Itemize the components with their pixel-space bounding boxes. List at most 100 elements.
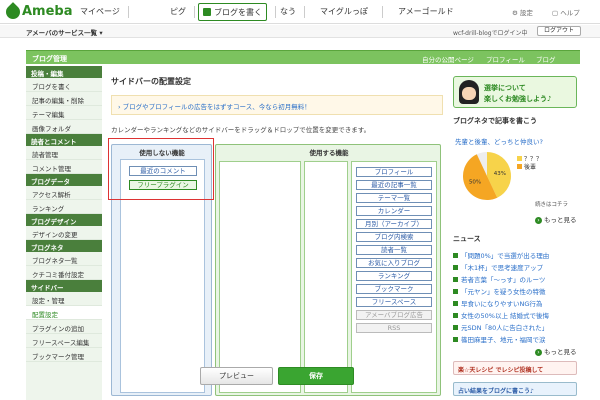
logo-text: Ameba [22,4,73,19]
service-bar: アメーバのサービス一覧 ▾ wcf-drill-blogでログイン中 ログアウト [0,25,600,38]
drop-column-right[interactable]: プロフィール 最近の記事一覧 テーマ一覧カレンダー月別（アーカイブ） ブログ内検索 読者… [351,161,437,393]
neta-heading: ブログネタで記事を書こう [453,117,537,125]
save-button[interactable]: 保存 [278,367,354,385]
drop-column-left[interactable] [219,161,301,393]
widget-item[interactable]: フリースペース [356,297,432,307]
sidebar-section-heading: ブログデータ [26,174,102,186]
widget-item[interactable]: ブックマーク [356,284,432,294]
legend-item: 後輩 [517,162,536,171]
news-item[interactable]: 元SDN「80人に告白された」 [453,322,548,332]
nav-write-blog[interactable]: ブログを書く [198,3,267,21]
nav-mypage[interactable]: マイページ [80,6,120,17]
section-title: サイドバーの配置設定 [111,77,191,86]
help-label: ヘルプ [560,9,580,17]
ameba-logo[interactable]: Ameba [3,1,73,22]
promo-link[interactable]: › ブログやプロフィールの広告をはずすコース、今なら初月無料！ [118,101,311,111]
widget-item[interactable]: アメーバブログ広告 [356,310,432,320]
widget-item[interactable]: 月別（アーカイブ） [356,219,432,229]
news-item[interactable]: 「元ヤン」を疑う女性の特徴 [453,286,546,296]
widget-item[interactable]: 最近の記事一覧 [356,180,432,190]
settings-label: 設定 [519,9,533,17]
vote-more-link[interactable]: 続きはコチラ [535,200,568,208]
vote-link-label: 続きはコチラ [535,202,569,208]
fortune-ad[interactable]: 占い結果をブログに書こう♪ [453,382,577,396]
service-list-dropdown[interactable]: アメーバのサービス一覧 ▾ [26,27,103,37]
sidebar-item[interactable]: テーマ編集 [26,106,102,120]
nav-mygroup[interactable]: マイグルっぽ [320,6,368,17]
legend-swatch [517,164,522,169]
nav-pigg[interactable]: ピグ [170,6,186,17]
sidebar-item[interactable]: 設定・管理 [26,292,102,306]
nav-divider [194,6,195,18]
sidebar-item[interactable]: クチコミ番付設定 [26,266,102,280]
top-navigation-bar: Ameba マイページ ピグ ブログを書く なう マイグルっぽ アメーゴールド … [0,0,600,24]
neta-question-link[interactable]: 先輩と後輩、どっちと仲良い? [455,136,543,146]
nav-divider [382,6,383,18]
character-image [459,80,479,104]
nav-divider [304,6,305,18]
news-item[interactable]: 早食いになりやすいNG行為 [453,298,542,308]
sidebar-item[interactable]: ブログを書く [26,78,102,92]
election-banner[interactable]: 選挙について 楽しくお勉強しよう♪ [453,76,577,108]
more-link-neta[interactable]: もっと見る [535,214,577,224]
poll-pie-chart: 43% 50% [463,152,511,200]
news-item[interactable]: 女性の50%以上 結婚式で後悔 [453,310,549,320]
promo-notice: › ブログやプロフィールの広告をはずすコース、今なら初月無料！ [111,95,443,115]
public-page-link[interactable]: 自分の公開ページ [422,54,474,64]
sidebar-item[interactable]: ブックマーク管理 [26,348,102,362]
banner-line-1: 選挙について [484,84,526,92]
sidebar-section-heading: 読者とコメント [26,134,102,146]
news-item[interactable]: 篠田麻里子、地元・福岡で涙 [453,334,546,344]
highlight-box [108,138,214,200]
news-item[interactable]: 「問題0%」で当選が出る理由 [453,250,549,260]
widget-item[interactable]: ランキング [356,271,432,281]
preview-button[interactable]: プレビュー [200,367,273,385]
sidebar-item[interactable]: コメント管理 [26,160,102,174]
nav-ameba-gold[interactable]: アメーゴールド [398,6,454,17]
more-link-news[interactable]: もっと見る [535,346,577,356]
legend-swatch [517,156,522,161]
legend-label: 後輩 [524,164,537,171]
widget-item[interactable]: カレンダー [356,206,432,216]
help-icon: ▢ [552,9,559,17]
sidebar-item[interactable]: デザインの変更 [26,226,102,240]
sidebar-item[interactable]: 画像フォルダ [26,120,102,134]
news-item[interactable]: 若者言葉「〜っす」のルーツ [453,274,545,284]
sidebar-item[interactable]: フリースペース編集 [26,334,102,348]
widget-item[interactable]: テーマ一覧 [356,193,432,203]
sidebar-item[interactable]: ランキング [26,200,102,214]
used-widgets-panel: 使用する機能 プロフィール 最近の記事一覧 テーマ一覧カレンダー月別（アーカイブ） ブ… [215,144,441,396]
widget-item[interactable]: 読者一覧 [356,245,432,255]
widget-item[interactable]: ブログ内検索 [356,232,432,242]
login-status: wcf-drill-blogでログイン中 [453,30,528,37]
leaf-icon [3,1,23,22]
widget-item[interactable]: お気に入りブログ [356,258,432,268]
drop-column-center[interactable] [304,161,348,393]
profile-link[interactable]: プロフィール [486,54,525,64]
sidebar-section-heading: ブログデザイン [26,214,102,226]
help-link[interactable]: ▢ ヘルプ [552,7,580,17]
sidebar-item[interactable]: ブログネタ一覧 [26,252,102,266]
widget-item[interactable]: プロフィール [356,167,432,177]
settings-link[interactable]: ⚙ 設定 [512,7,533,17]
nav-divider [128,6,129,18]
right-column: 選挙について 楽しくお勉強しよう♪ ブログネタで記事を書こう 先輩と後輩、どっち… [451,66,580,400]
used-heading: 使用する機能 [309,149,349,157]
sidebar-section-heading: サイドバー [26,280,102,292]
sidebar-item[interactable]: 記事の編集・削除 [26,92,102,106]
page-title: ブログ管理 [32,55,67,63]
blog-link[interactable]: ブログ [536,54,556,64]
sidebar-item[interactable]: 配置設定 [26,306,102,320]
news-item[interactable]: 「木1杯」で思考速度アップ [453,262,543,272]
sidebar-item[interactable]: 読者管理 [26,146,102,160]
nav-divider [275,6,276,18]
logout-button[interactable]: ログアウト [537,26,581,36]
sidebar-item[interactable]: アクセス解析 [26,186,102,200]
recipe-ad[interactable]: 楽☆天レシピ でレシピ投稿して [453,361,577,375]
gear-icon: ⚙ [512,9,518,17]
pie-label: 50% [469,180,481,186]
widget-item[interactable]: RSS [356,323,432,333]
sidebar: 投稿・編集 ブログを書く 記事の編集・削除 テーマ編集 画像フォルダ 読者とコメント 読者管… [26,66,102,400]
sidebar-item[interactable]: プラグインの追加 [26,320,102,334]
nav-now[interactable]: なう [280,6,296,17]
